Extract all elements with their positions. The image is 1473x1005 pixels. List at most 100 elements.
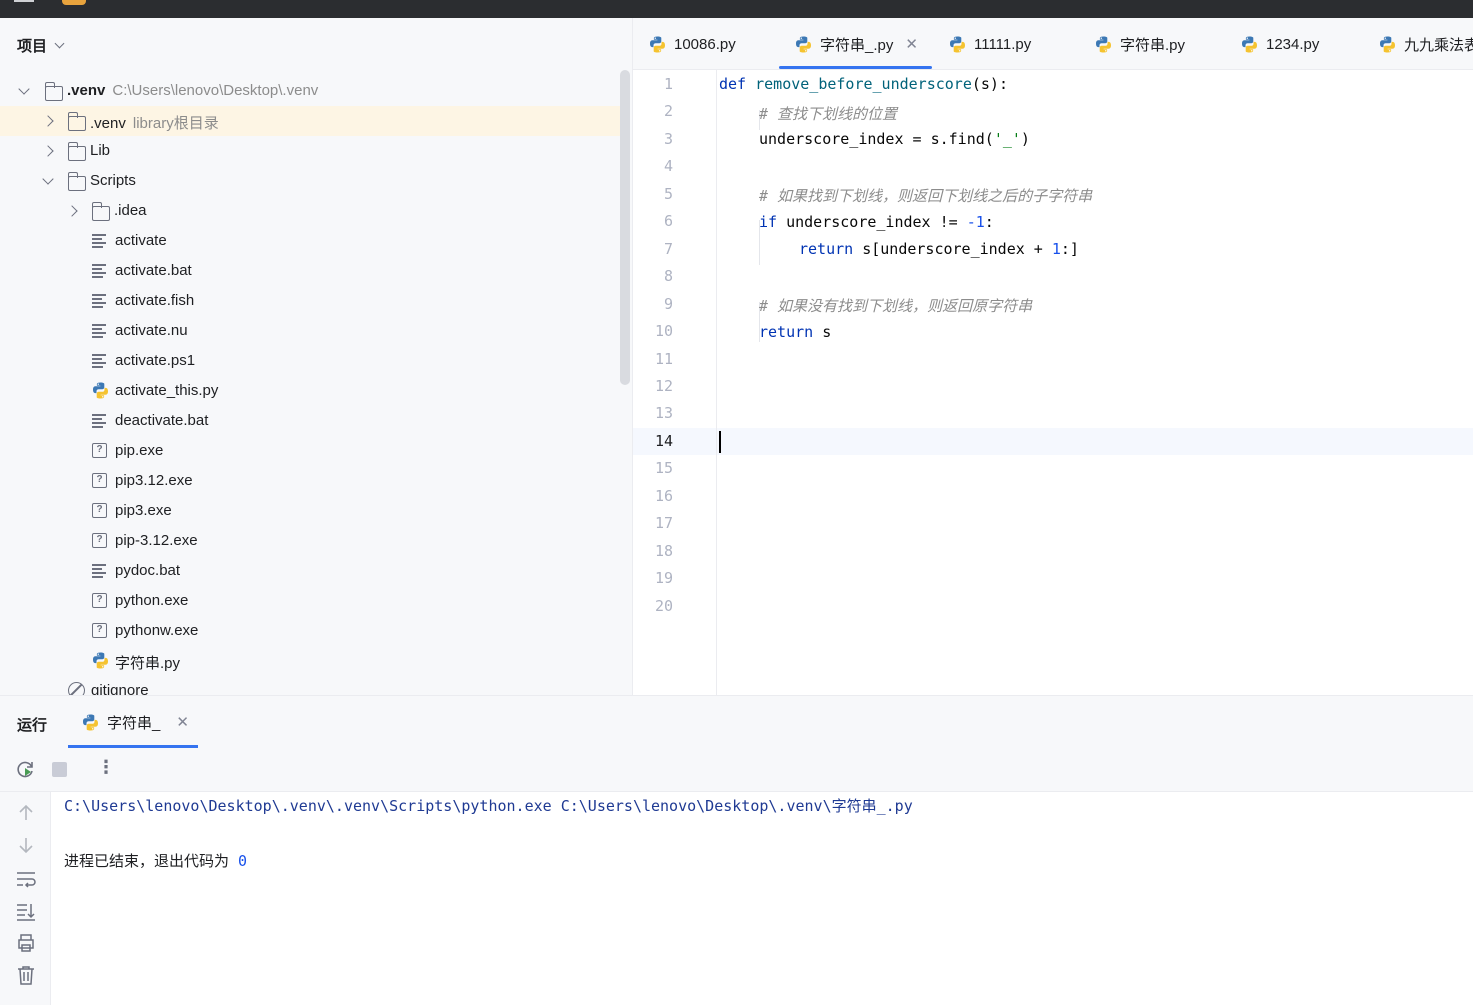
tree-item[interactable]: ? pythonw.exe xyxy=(0,616,620,646)
tree-item-label: Lib xyxy=(90,142,111,159)
tree-item[interactable]: activate_this.py xyxy=(0,376,620,406)
unknown-file-icon: ? xyxy=(92,593,107,608)
tree-item[interactable]: deactivate.bat xyxy=(0,406,620,436)
editor-tab-label: 字符串_.py xyxy=(820,36,894,54)
chevron-down-icon[interactable] xyxy=(42,173,54,185)
chevron-right-icon[interactable] xyxy=(66,205,78,217)
app-logo-icon xyxy=(62,0,86,5)
tree-item[interactable]: .idea xyxy=(0,196,620,226)
tree-item[interactable]: gitignore xyxy=(0,676,620,695)
tree-item-label: pip.exe xyxy=(115,442,164,459)
editor-tab[interactable]: 字符串_.py ✕ xyxy=(779,18,932,69)
python-file-icon xyxy=(949,36,966,53)
tree-item[interactable]: ? python.exe xyxy=(0,586,620,616)
editor-tab-bar: 10086.py 字符串_.py ✕ 11111.py 字符串.py 1234.py 九九乘… xyxy=(633,18,1473,70)
editor-tab-label: 九九乘法表 xyxy=(1404,36,1473,54)
project-panel-title: 项目 xyxy=(17,37,48,55)
line-number: 20 xyxy=(654,596,673,615)
chevron-right-icon[interactable] xyxy=(42,145,54,157)
tree-item-label: python.exe xyxy=(115,592,189,609)
title-bar xyxy=(0,0,1473,18)
python-file-icon xyxy=(92,382,109,399)
tree-item[interactable]: ? pip3.12.exe xyxy=(0,466,620,496)
tree-item[interactable]: activate.nu xyxy=(0,316,620,346)
line-number: 10 xyxy=(654,322,673,341)
trash-icon[interactable] xyxy=(15,964,37,986)
tree-item[interactable]: ? pip-3.12.exe xyxy=(0,526,620,556)
scroll-to-end-icon[interactable] xyxy=(15,900,37,922)
folder-icon xyxy=(67,112,86,131)
unknown-file-icon: ? xyxy=(92,533,107,548)
chevron-right-icon[interactable] xyxy=(42,115,54,127)
chevron-down-icon[interactable] xyxy=(54,38,65,48)
line-number: 2 xyxy=(663,102,673,121)
tree-item[interactable]: pydoc.bat xyxy=(0,556,620,586)
text-file-icon xyxy=(92,564,106,578)
line-number: 3 xyxy=(663,129,673,148)
tree-item[interactable]: activate.fish xyxy=(0,286,620,316)
code-line-3: underscore_index = s.find('_') xyxy=(759,130,1030,148)
tree-item[interactable]: ? pip3.exe xyxy=(0,496,620,526)
editor-tab[interactable]: 字符串.py xyxy=(1095,18,1185,69)
tree-item-label: pip-3.12.exe xyxy=(115,532,198,549)
tree-item[interactable]: .venv C:\Users\lenovo\Desktop\.venv xyxy=(0,76,620,106)
tree-item-label: activate.fish xyxy=(115,292,195,309)
project-scrollbar[interactable] xyxy=(620,70,630,385)
arrow-up-icon[interactable] xyxy=(15,802,37,824)
unknown-file-icon: ? xyxy=(92,503,107,518)
close-icon[interactable]: ✕ xyxy=(905,35,918,53)
text-file-icon xyxy=(92,294,106,308)
tree-item[interactable]: .venv library根目录 xyxy=(0,106,620,136)
unknown-file-icon: ? xyxy=(92,443,107,458)
tree-item[interactable]: 字符串.py xyxy=(0,646,620,676)
editor-tab[interactable]: 11111.py xyxy=(949,18,1031,69)
close-icon[interactable]: ✕ xyxy=(176,713,189,731)
arrow-down-icon[interactable] xyxy=(15,834,37,856)
tree-item-label: deactivate.bat xyxy=(115,412,209,429)
editor-tab[interactable]: 10086.py xyxy=(649,18,736,69)
code-line-7: return s[underscore_index + 1:] xyxy=(799,240,1079,258)
tree-item-label: activate.bat xyxy=(115,262,192,279)
print-icon[interactable] xyxy=(15,932,37,954)
stop-icon[interactable] xyxy=(52,762,67,777)
main-menu-icon[interactable] xyxy=(14,0,34,4)
editor-tab-label: 1234.py xyxy=(1266,35,1320,53)
unknown-file-icon: ? xyxy=(92,623,107,638)
line-number: 14 xyxy=(654,431,673,450)
project-panel-header[interactable]: 项目 xyxy=(0,18,632,72)
tree-item-label: .idea xyxy=(114,202,147,219)
tree-item-label: .venv C:\Users\lenovo\Desktop\.venv xyxy=(67,82,319,99)
line-number: 7 xyxy=(663,239,673,258)
python-file-icon xyxy=(92,652,109,669)
ignored-file-icon xyxy=(68,682,85,695)
tree-item[interactable]: Lib xyxy=(0,136,620,166)
editor-tab[interactable]: 九九乘法表 xyxy=(1379,18,1473,69)
tree-item-label: Scripts xyxy=(90,172,136,189)
more-options-icon[interactable]: ⋮ xyxy=(97,757,115,778)
tree-item[interactable]: ? pip.exe xyxy=(0,436,620,466)
run-toolbar: ⋮ xyxy=(0,748,1473,792)
editor-tab-label: 10086.py xyxy=(674,35,736,53)
tree-item[interactable]: activate.bat xyxy=(0,256,620,286)
python-file-icon xyxy=(1241,36,1258,53)
code-editor[interactable]: 1 2 3 4 5 6 7 8 9 10 11 12 13 14 15 16 17 18 19 20 def remo… xyxy=(633,70,1473,695)
tree-item[interactable]: activate xyxy=(0,226,620,256)
rerun-icon[interactable] xyxy=(16,759,36,779)
chevron-down-icon[interactable] xyxy=(18,83,30,95)
run-panel-title: 运行 xyxy=(17,717,48,734)
editor-tab[interactable]: 1234.py xyxy=(1241,18,1320,69)
project-panel: 项目 .venv C:\Users\lenovo\Desktop\.venv .ve… xyxy=(0,18,633,695)
code-line-10: return s xyxy=(759,323,832,341)
tree-item-hint: library根目录 xyxy=(132,115,219,132)
code-line-5: # 如果找到下划线，则返回下划线之后的子字符串 xyxy=(759,187,1093,205)
run-tab[interactable]: 字符串_ ✕ xyxy=(68,696,198,748)
tree-item[interactable]: Scripts xyxy=(0,166,620,196)
tree-item-label: 字符串.py xyxy=(115,655,181,672)
line-number: 19 xyxy=(654,569,673,588)
tree-item-label: activate.ps1 xyxy=(115,352,196,369)
tree-item[interactable]: activate.ps1 xyxy=(0,346,620,376)
line-number: 15 xyxy=(654,459,673,478)
folder-icon xyxy=(44,82,63,101)
soft-wrap-icon[interactable] xyxy=(15,868,37,890)
text-caret xyxy=(719,431,721,453)
